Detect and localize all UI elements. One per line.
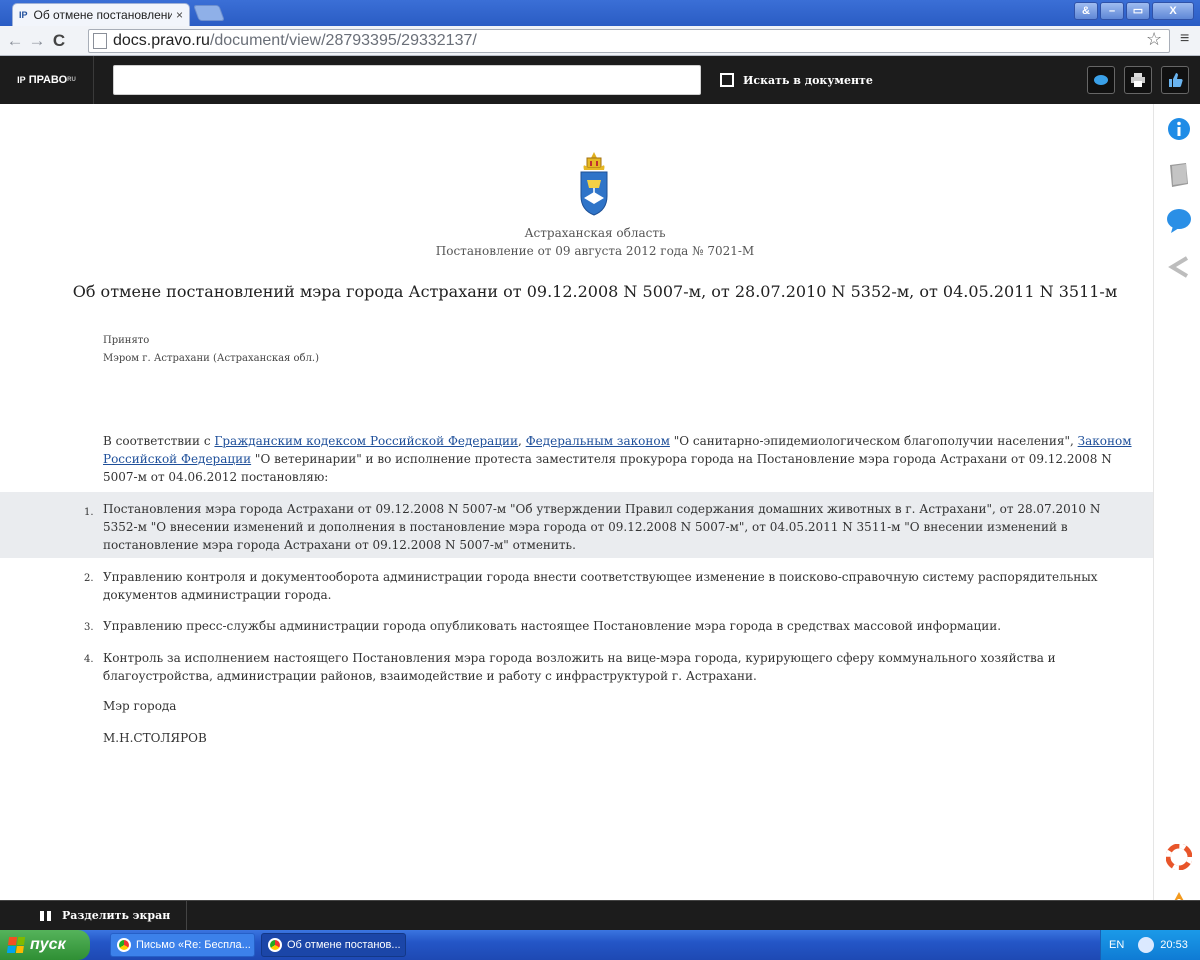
windows-taskbar: пуск Письмо «Re: Беспла... Об отмене пос… [0, 930, 1200, 960]
tray-arrow-icon[interactable] [1138, 937, 1155, 953]
window-close-button[interactable]: X [1152, 2, 1194, 20]
preamble-text: В соответствии с [103, 434, 215, 448]
info-button[interactable] [1166, 116, 1192, 142]
like-button[interactable] [1161, 66, 1189, 94]
forward-button[interactable]: → [26, 31, 48, 51]
astrakhan-coat-of-arms-icon [580, 152, 608, 216]
split-screen-icon [40, 910, 52, 921]
window-maximize-button[interactable]: ▭ [1126, 2, 1150, 20]
print-button[interactable] [1124, 66, 1152, 94]
share-button[interactable] [1166, 254, 1192, 280]
list-item-number: 1. [84, 507, 94, 518]
link-federal-law[interactable]: Федеральным законом [526, 434, 670, 448]
document-title: Об отмене постановлений мэра города Астр… [72, 282, 1118, 301]
thumbs-up-icon [1169, 73, 1183, 87]
windows-flag-icon [6, 937, 26, 953]
signature-role: Мэр города [103, 699, 177, 713]
new-tab-button[interactable] [193, 5, 225, 21]
list-item-number: 2. [84, 573, 94, 584]
chrome-icon [268, 938, 282, 952]
preamble-text: , [518, 434, 526, 448]
window-controls: & – ▭ X [1074, 2, 1194, 20]
pravo-favicon-icon: IP [19, 10, 28, 20]
document-preamble: В соответствии с Гражданским кодексом Ро… [103, 432, 1133, 486]
accepted-by: Мэром г. Астрахани (Астраханская обл.) [103, 353, 320, 364]
chrome-icon [117, 938, 131, 952]
system-tray: EN 20:53 [1100, 930, 1200, 960]
list-item-text: Контроль за исполнением настоящего Поста… [103, 651, 1056, 683]
list-item: 2. Управлению контроля и документооборот… [0, 568, 1153, 608]
comment-button[interactable] [1087, 66, 1115, 94]
start-label: пуск [30, 936, 66, 953]
browser-tab-strip: IP Об отмене постановлений м × & – ▭ X [0, 0, 1200, 26]
list-item: 1. Постановления мэра города Астрахани о… [0, 492, 1153, 558]
signature-name: М.Н.СТОЛЯРОВ [103, 731, 207, 745]
language-indicator[interactable]: EN [1109, 939, 1124, 951]
comments-button[interactable] [1166, 208, 1192, 234]
start-button[interactable]: пуск [0, 930, 90, 960]
list-item-number: 4. [84, 654, 94, 665]
speech-bubble-icon [1094, 75, 1108, 85]
speech-bubble-icon [1167, 209, 1191, 233]
url-host: docs.pravo.ru [113, 32, 210, 49]
book-button[interactable] [1166, 162, 1192, 188]
page-icon [93, 33, 107, 49]
document-content: Астраханская область Постановление от 09… [0, 104, 1153, 900]
preamble-text: "О ветеринарии" и во исполнение протеста… [103, 452, 1112, 484]
clock: 20:53 [1160, 939, 1188, 951]
split-screen-button[interactable]: Разделить экран [0, 901, 187, 930]
taskbar-item-document[interactable]: Об отмене постанов... [261, 933, 406, 957]
browser-tab-active[interactable]: IP Об отмене постановлений м × [12, 3, 190, 26]
logo-icon: ΙΡ [17, 75, 26, 85]
list-item: 4. Контроль за исполнением настоящего По… [0, 649, 1153, 689]
logo-sup: RU [67, 77, 76, 83]
list-item-number: 3. [84, 622, 94, 633]
logo-text: ПРАВО [28, 74, 68, 86]
share-icon [1168, 256, 1189, 278]
browser-menu-icon[interactable]: ≡ [1180, 30, 1189, 48]
browser-toolbar: ← → C docs.pravo.ru/document/view/287933… [0, 26, 1200, 56]
book-icon [1170, 163, 1188, 187]
list-item-text: Управлению контроля и документооборота а… [103, 570, 1098, 602]
tab-close-icon[interactable]: × [176, 8, 183, 22]
accepted-label: Принято [103, 335, 150, 346]
tab-title: Об отмене постановлений м [33, 8, 172, 22]
reload-button[interactable]: C [48, 31, 70, 51]
window-minimize-button[interactable]: – [1100, 2, 1124, 20]
search-input[interactable] [113, 65, 701, 95]
list-item-text: Постановления мэра города Астрахани от 0… [103, 502, 1101, 552]
lifebuoy-icon [1166, 844, 1192, 870]
taskbar-item-label: Об отмене постанов... [287, 939, 401, 951]
taskbar-item-label: Письмо «Re: Беспла... [136, 939, 251, 951]
window-user-button[interactable]: & [1074, 2, 1098, 20]
taskbar-item-mail[interactable]: Письмо «Re: Беспла... [110, 933, 255, 957]
document-region: Астраханская область [524, 226, 666, 240]
info-icon [1168, 118, 1190, 140]
pravo-logo[interactable]: ΙΡ ПРАВО RU [0, 56, 94, 104]
url-path: /document/view/28793395/29332137/ [209, 32, 477, 49]
bookmark-star-icon[interactable]: ☆ [1146, 29, 1162, 50]
document-decree-line: Постановление от 09 августа 2012 года № … [435, 244, 755, 258]
address-bar[interactable]: docs.pravo.ru/document/view/28793395/293… [88, 29, 1170, 53]
link-civil-code[interactable]: Гражданским кодексом Российской Федераци… [214, 434, 518, 448]
site-header: ΙΡ ПРАВО RU Искать в документе [0, 56, 1200, 104]
help-button[interactable] [1166, 844, 1192, 870]
search-in-document-label: Искать в документе [743, 73, 873, 87]
preamble-text: "О санитарно-эпидемиологическом благопол… [669, 434, 1078, 448]
printer-icon [1131, 73, 1145, 87]
back-button[interactable]: ← [4, 31, 26, 51]
document-bottom-bar: Разделить экран [0, 900, 1200, 930]
right-sidebar [1153, 104, 1200, 914]
split-screen-label: Разделить экран [62, 909, 171, 922]
list-item: 3. Управлению пресс-службы администрации… [0, 617, 1153, 639]
search-in-document-checkbox[interactable] [720, 73, 734, 87]
search-in-document-toggle[interactable]: Искать в документе [720, 73, 873, 87]
list-item-text: Управлению пресс-службы администрации го… [103, 619, 1002, 633]
